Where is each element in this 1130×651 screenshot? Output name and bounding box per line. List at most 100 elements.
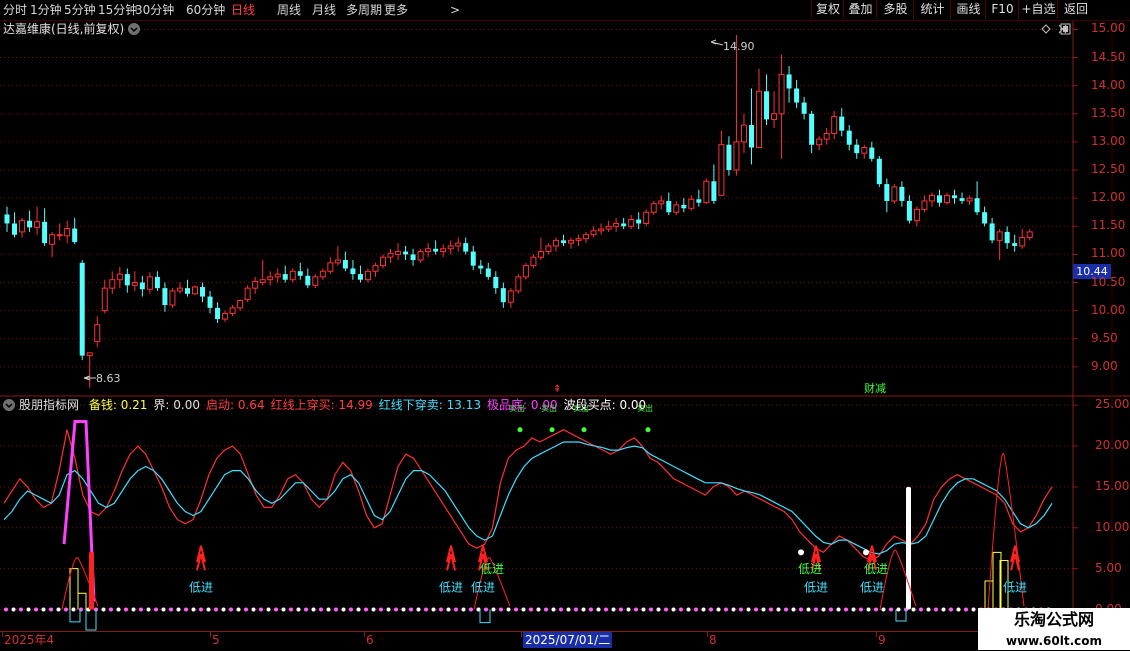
candle bbox=[921, 195, 928, 213]
baseline-dot bbox=[694, 607, 698, 612]
candle bbox=[42, 208, 48, 246]
candle bbox=[192, 285, 198, 295]
pane-collapse-icon[interactable] bbox=[128, 23, 140, 35]
candle bbox=[891, 184, 898, 204]
candle bbox=[433, 240, 439, 255]
candle bbox=[94, 316, 101, 348]
baseline-dot bbox=[641, 607, 646, 612]
top-dot bbox=[581, 427, 587, 433]
baseline-dot bbox=[266, 607, 271, 612]
candle bbox=[56, 223, 63, 241]
baseline-dot bbox=[859, 607, 863, 612]
baseline-dot bbox=[26, 607, 31, 612]
candle bbox=[463, 237, 469, 255]
candle bbox=[417, 248, 424, 263]
price-tick-label: 10.50 bbox=[1091, 274, 1126, 289]
baseline-dot bbox=[124, 607, 128, 612]
baseline-dot bbox=[341, 607, 346, 612]
baseline-dot bbox=[836, 607, 841, 612]
baseline-dot bbox=[11, 607, 16, 612]
baseline-dot bbox=[964, 607, 968, 612]
baseline-dot bbox=[356, 607, 361, 612]
indicator-series bbox=[3, 429, 1053, 562]
cyan-dip bbox=[85, 609, 97, 631]
indicator-tick-label: 15.00 bbox=[1095, 478, 1130, 493]
candle bbox=[794, 80, 800, 109]
candle bbox=[575, 234, 582, 246]
buy-arrow-icon bbox=[196, 545, 206, 571]
price-grid bbox=[0, 28, 1078, 368]
candle bbox=[959, 192, 965, 204]
baseline-dot bbox=[806, 607, 811, 612]
baseline-dot bbox=[371, 607, 376, 612]
candle bbox=[982, 206, 988, 227]
baseline-dot bbox=[656, 607, 661, 612]
candle bbox=[861, 144, 868, 159]
baseline-dot bbox=[769, 607, 773, 612]
baseline-dot bbox=[116, 607, 121, 612]
baseline-dot bbox=[611, 607, 616, 612]
indicator-line-1 bbox=[3, 441, 1053, 555]
baseline-dot bbox=[334, 607, 338, 612]
time-label-3: 2025/07/01/二 bbox=[523, 632, 613, 648]
price-tick-label: 11.00 bbox=[1091, 246, 1126, 261]
candle bbox=[974, 181, 980, 216]
time-tick bbox=[2, 632, 3, 637]
candle bbox=[425, 243, 432, 258]
baseline-dot bbox=[71, 607, 76, 612]
time-axis: 2025年4 5 6 2025/07/01/二 8 9 bbox=[0, 631, 1073, 651]
baseline-dot bbox=[536, 607, 541, 612]
candle bbox=[403, 245, 409, 261]
candle bbox=[282, 265, 288, 283]
candle bbox=[944, 192, 950, 205]
candle bbox=[327, 257, 334, 275]
baseline-dot bbox=[716, 607, 721, 612]
indicator-value-1: 界: 0.00 bbox=[153, 398, 200, 412]
low-entry-label-green: 低进 bbox=[798, 562, 822, 576]
baseline-dot bbox=[619, 607, 623, 612]
candle bbox=[688, 195, 695, 211]
baseline-dot bbox=[236, 607, 241, 612]
candle bbox=[139, 275, 145, 297]
candle bbox=[478, 260, 484, 275]
baseline-dot bbox=[559, 607, 563, 612]
buy-pillar bbox=[906, 486, 911, 610]
price-tick-label: 13.00 bbox=[1091, 133, 1126, 148]
top-dot bbox=[517, 427, 523, 433]
baseline-dot bbox=[499, 607, 503, 612]
candle bbox=[410, 248, 416, 266]
candle bbox=[816, 136, 823, 151]
candle bbox=[64, 220, 71, 244]
indicator-tick-label: 5.00 bbox=[1095, 560, 1122, 575]
yellow-step bbox=[77, 592, 87, 610]
candle bbox=[854, 139, 860, 159]
candle bbox=[305, 268, 311, 289]
baseline-dot bbox=[671, 607, 676, 612]
baseline-dot bbox=[319, 607, 323, 612]
candle bbox=[568, 237, 574, 249]
baseline-dot bbox=[349, 607, 353, 612]
candle bbox=[876, 155, 882, 187]
candle bbox=[470, 245, 476, 271]
candle bbox=[605, 220, 612, 232]
candle bbox=[154, 271, 160, 291]
baseline-dot bbox=[41, 607, 46, 612]
kline-chart[interactable]: 低进 低进 低进 低进 低进 低进低进 低进 低进卖出 卖出 卖出 卖出 14.90 8.63 财减… bbox=[0, 0, 1130, 650]
baseline-dot bbox=[814, 607, 818, 612]
time-tick bbox=[210, 632, 211, 637]
candle bbox=[673, 200, 680, 216]
event-tag[interactable]: 财减 bbox=[864, 381, 886, 395]
candle bbox=[267, 271, 274, 286]
candle bbox=[778, 54, 785, 159]
indicator-value-6: 波段买点: 0.00 bbox=[563, 398, 647, 412]
high-price-label: 14.90 bbox=[723, 40, 755, 53]
candle bbox=[176, 282, 183, 294]
indicator-collapse-icon[interactable] bbox=[3, 399, 15, 411]
candle bbox=[1026, 229, 1033, 241]
cyan-dip bbox=[69, 609, 81, 623]
baseline-dot bbox=[229, 607, 233, 612]
baseline-dot bbox=[386, 607, 391, 612]
indicator-value-0: 备钱: 0.21 bbox=[88, 398, 148, 412]
baseline-dot bbox=[776, 607, 781, 612]
candle bbox=[801, 96, 807, 120]
